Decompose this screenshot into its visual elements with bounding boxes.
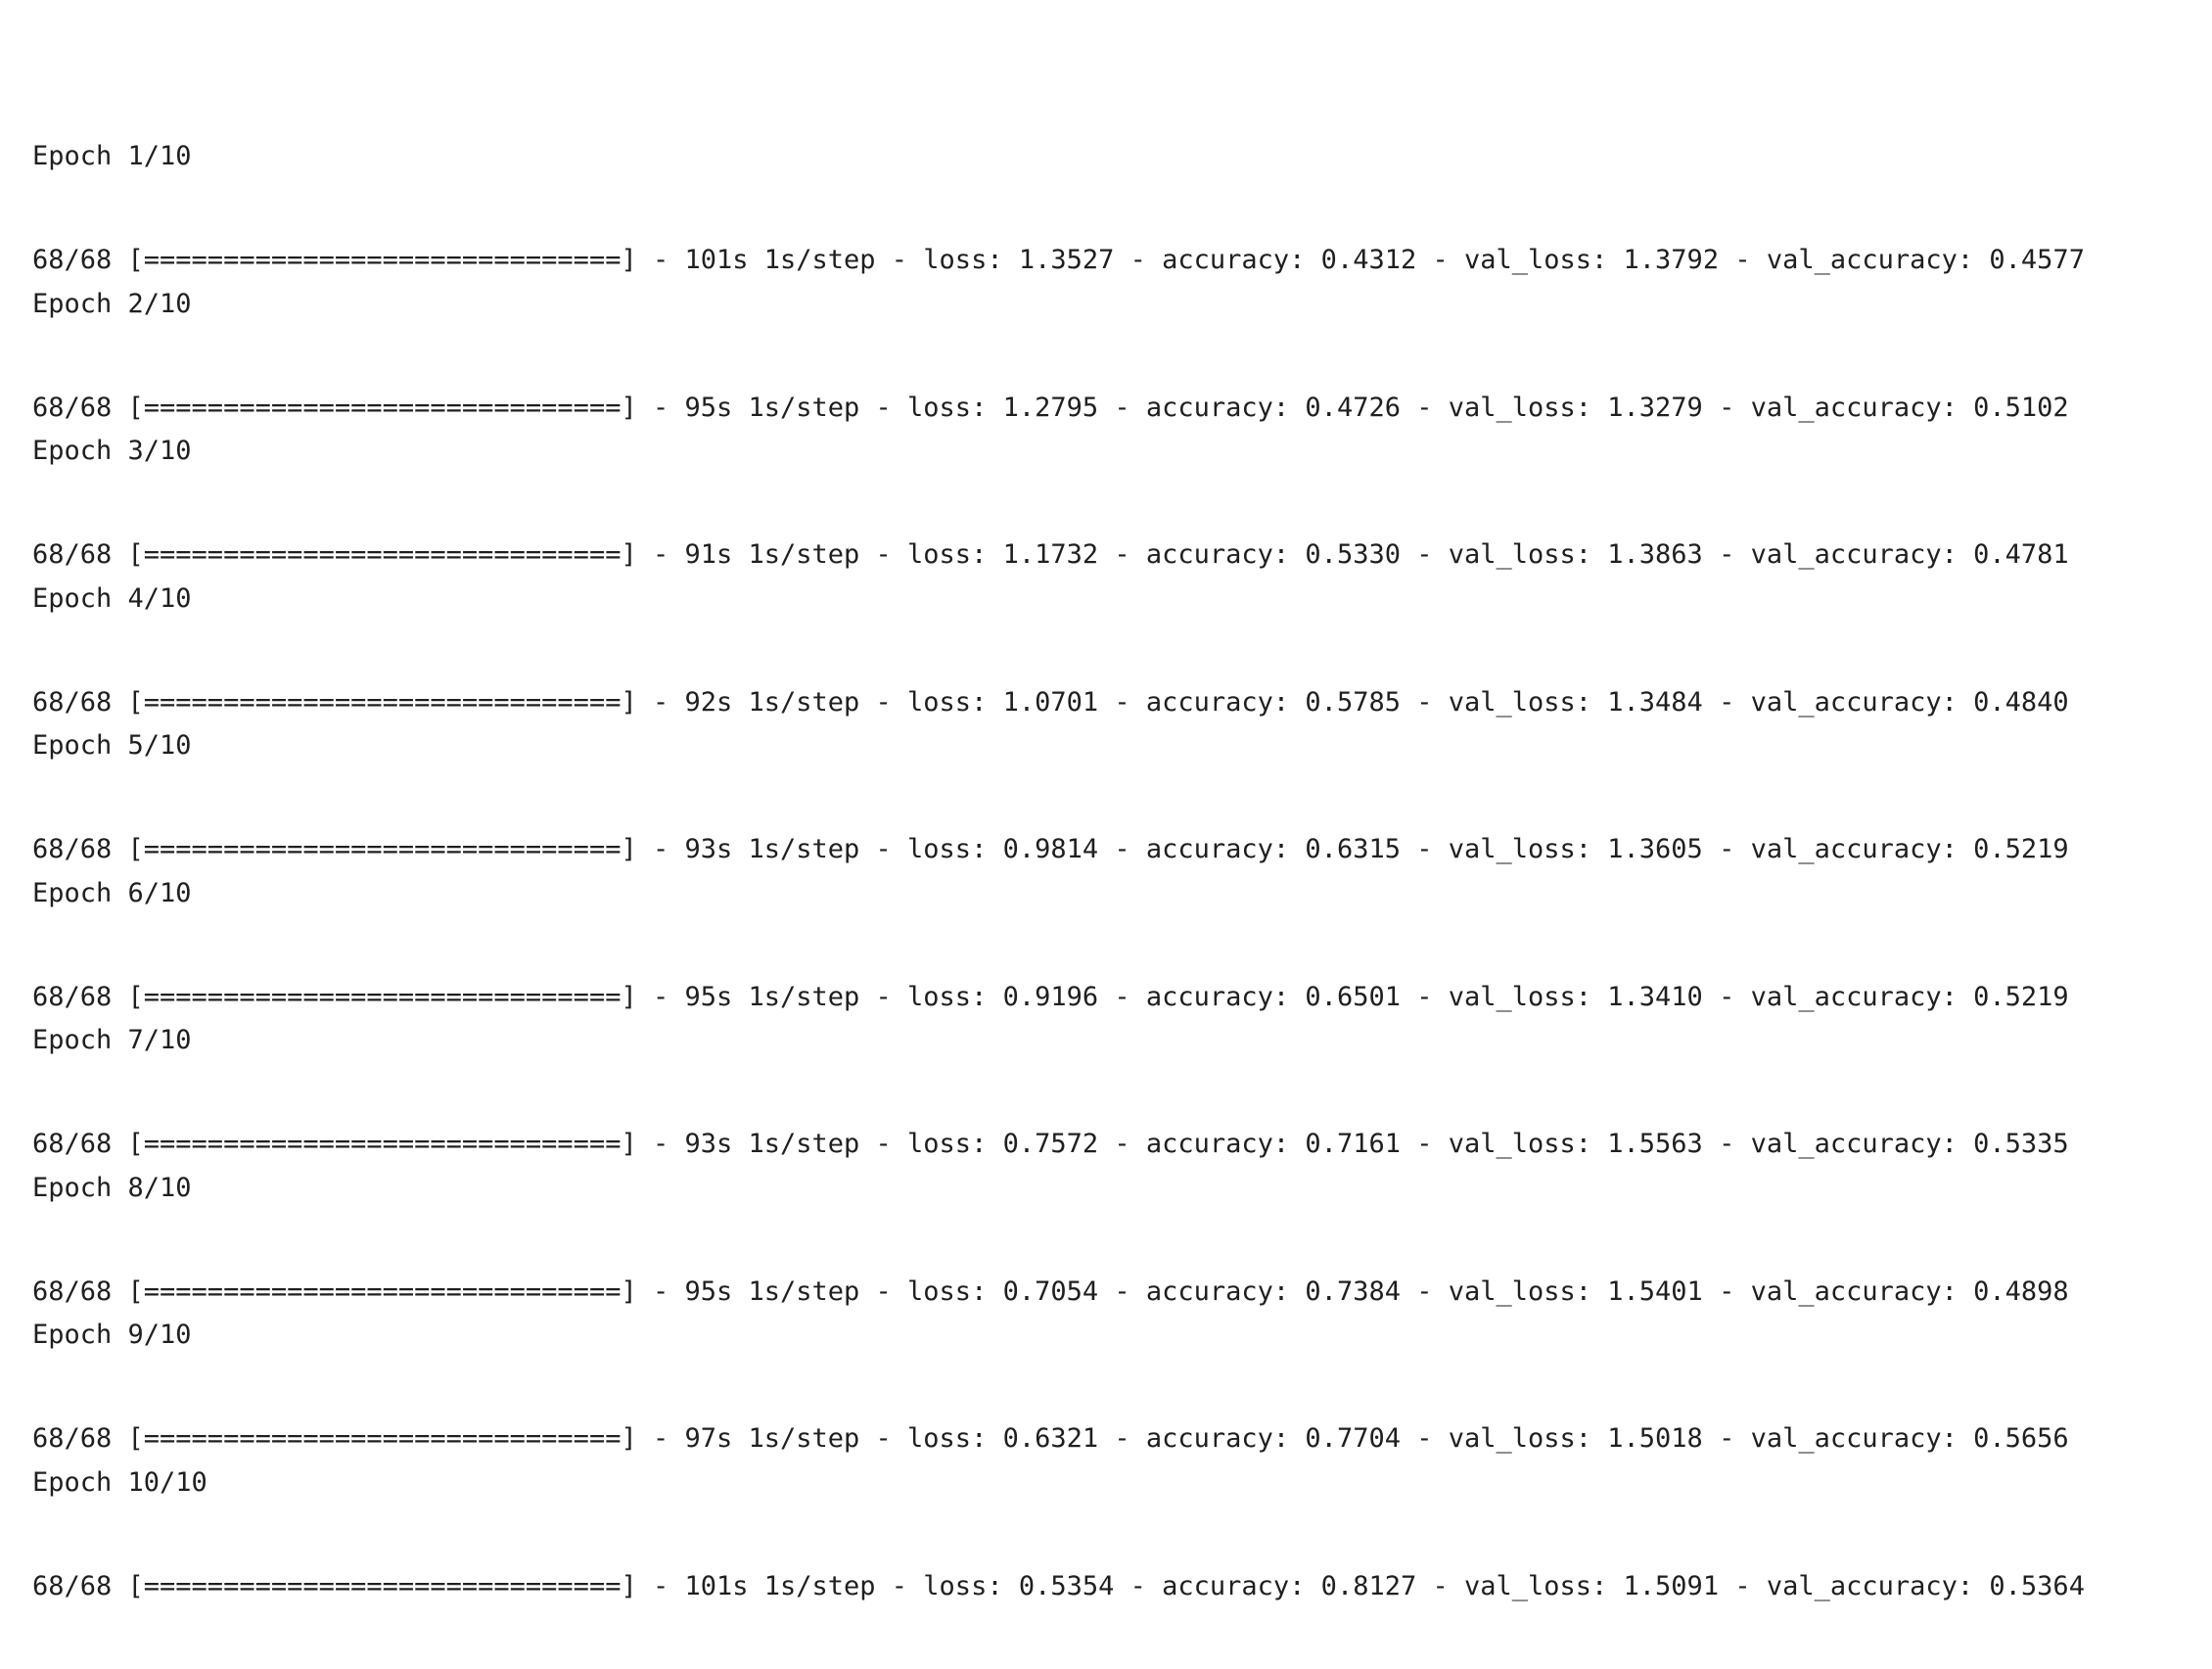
epoch-header: Epoch 5/10 bbox=[32, 730, 192, 761]
epoch-progress-line: 68/68 [==============================] -… bbox=[32, 1129, 2069, 1159]
epoch-header: Epoch 3/10 bbox=[32, 436, 192, 466]
epoch-progress-line: 68/68 [==============================] -… bbox=[32, 981, 2069, 1012]
epoch-progress-line: 68/68 [==============================] -… bbox=[32, 1570, 2085, 1601]
epoch-progress-line: 68/68 [==============================] -… bbox=[32, 686, 2069, 718]
epoch-header: Epoch 1/10 bbox=[32, 141, 192, 171]
epoch-progress-line: 68/68 [==============================] -… bbox=[32, 834, 2069, 864]
epoch-header: Epoch 10/10 bbox=[32, 1466, 207, 1498]
training-log-output: Epoch 1/10 68/68 [======================… bbox=[32, 14, 2085, 1601]
epoch-block: Epoch 1/10 68/68 [======================… bbox=[32, 74, 2085, 275]
epoch-header: Epoch 6/10 bbox=[32, 877, 192, 908]
epoch-progress-line: 68/68 [==============================] -… bbox=[32, 1275, 2069, 1307]
epoch-header: Epoch 7/10 bbox=[32, 1025, 192, 1055]
epoch-progress-line: 68/68 [==============================] -… bbox=[32, 245, 2085, 275]
epoch-progress-line: 68/68 [==============================] -… bbox=[32, 1423, 2069, 1454]
epoch-progress-line: 68/68 [==============================] -… bbox=[32, 392, 2069, 423]
epoch-header: Epoch 8/10 bbox=[32, 1172, 192, 1203]
epoch-header: Epoch 2/10 bbox=[32, 288, 192, 319]
epoch-header: Epoch 4/10 bbox=[32, 582, 192, 614]
epoch-progress-line: 68/68 [==============================] -… bbox=[32, 539, 2069, 570]
epoch-header: Epoch 9/10 bbox=[32, 1320, 192, 1350]
